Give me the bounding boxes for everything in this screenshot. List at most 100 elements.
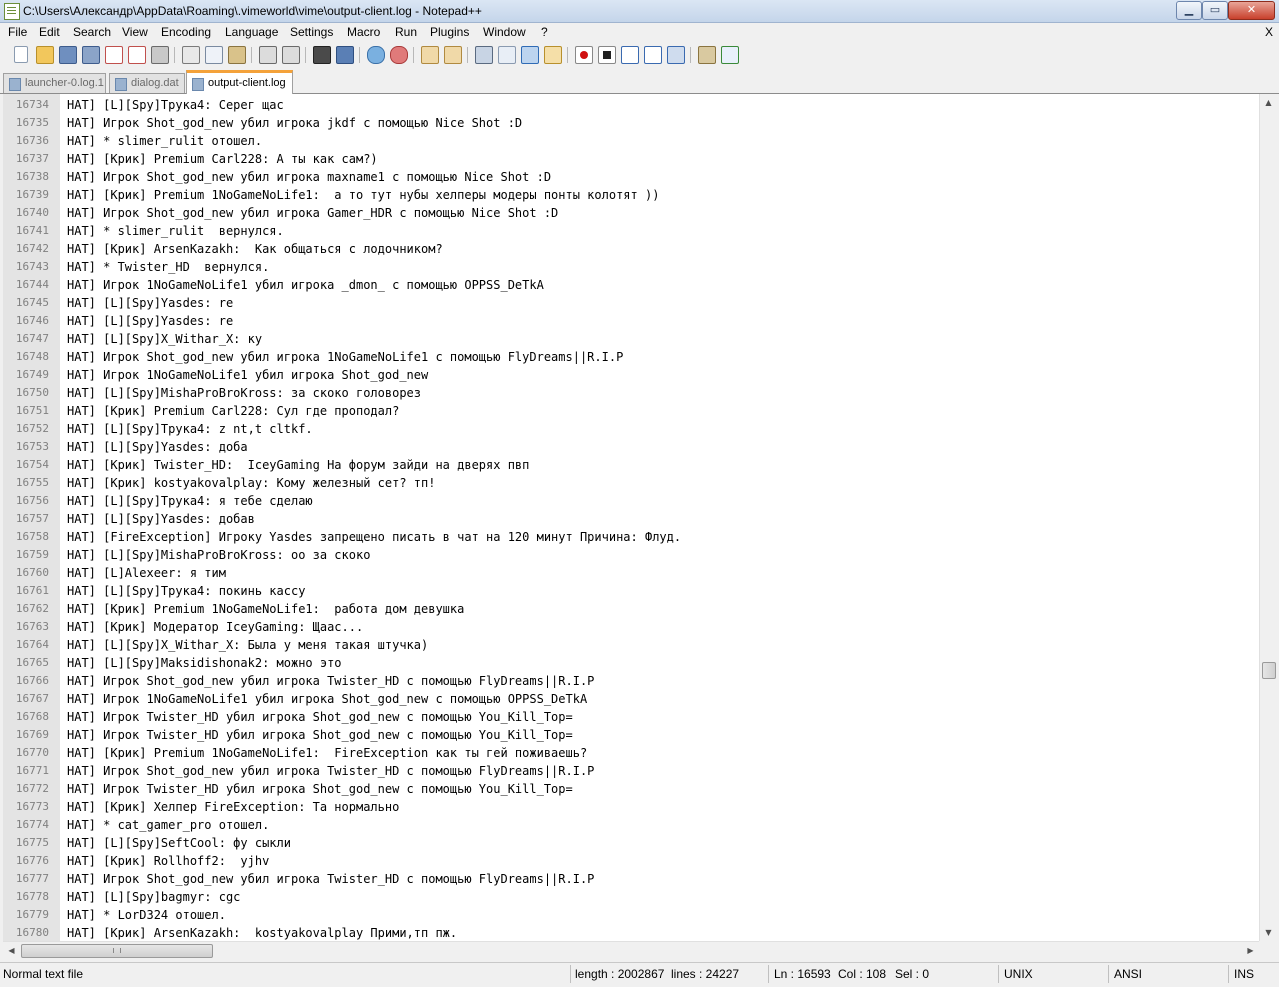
minimize-button[interactable]: ▁	[1176, 1, 1202, 20]
editor-line[interactable]: 16743 HAT] * Twister_HD вернулся.	[3, 258, 1259, 276]
menu-edit[interactable]: Edit	[39, 25, 60, 39]
scroll-down-arrow-icon[interactable]: ▼	[1260, 924, 1277, 941]
open-file-icon[interactable]	[36, 46, 54, 64]
menu-run[interactable]: Run	[395, 25, 417, 39]
save-all-icon[interactable]	[82, 46, 100, 64]
redo-icon[interactable]	[282, 46, 300, 64]
line-text[interactable]: HAT] Игрок Shot_god_new убил игрока Game…	[67, 204, 558, 222]
close-window-button[interactable]: ✕	[1228, 1, 1275, 20]
line-text[interactable]: HAT] [Крик] Premium 1NoGameNoLife1: рабо…	[67, 600, 464, 618]
paste-icon[interactable]	[228, 46, 246, 64]
stop-macro-icon[interactable]	[598, 46, 616, 64]
line-text[interactable]: HAT] * slimer_rulit отошел.	[67, 132, 262, 150]
line-text[interactable]: HAT] * LorD324 отошел.	[67, 906, 226, 924]
editor-line[interactable]: 16778 HAT] [L][Spy]bagmyr: cgc	[3, 888, 1259, 906]
editor-line[interactable]: 16757 HAT] [L][Spy]Yasdes: добав	[3, 510, 1259, 528]
indent-guide-icon[interactable]	[521, 46, 539, 64]
editor-line[interactable]: 16770 HAT] [Крик] Premium 1NoGameNoLife1:…	[3, 744, 1259, 762]
menu-language[interactable]: Language	[225, 25, 278, 39]
editor-line[interactable]: 16737 HAT] [Крик] Premium Carl228: А ты к…	[3, 150, 1259, 168]
line-text[interactable]: HAT] [Крик] Rollhoff2: yjhv	[67, 852, 269, 870]
line-text[interactable]: HAT] * Twister_HD вернулся.	[67, 258, 269, 276]
editor-line[interactable]: 16746 HAT] [L][Spy]Yasdes: re	[3, 312, 1259, 330]
menu-plugins[interactable]: Plugins	[430, 25, 469, 39]
editor-line[interactable]: 16744 HAT] Игрок 1NoGameNoLife1 убил игро…	[3, 276, 1259, 294]
line-text[interactable]: HAT] [Крик] Twister_HD: IceyGaming На фо…	[67, 456, 529, 474]
editor-line[interactable]: 16774 HAT] * cat_gamer_pro отошел.	[3, 816, 1259, 834]
line-text[interactable]: HAT] * cat_gamer_pro отошел.	[67, 816, 269, 834]
line-text[interactable]: HAT] [L][Spy]MishaProBroKross: за скоко …	[67, 384, 421, 402]
maximize-button[interactable]: ▭	[1202, 1, 1228, 20]
editor-line[interactable]: 16752 HAT] [L][Spy]Трука4: z nt,t cltkf.	[3, 420, 1259, 438]
line-text[interactable]: HAT] [Крик] Premium Carl228: Сул где про…	[67, 402, 399, 420]
editor-line[interactable]: 16747 HAT] [L][Spy]X_Withar_X: ку	[3, 330, 1259, 348]
scroll-right-arrow-icon[interactable]: ▶	[1242, 942, 1259, 959]
line-text[interactable]: HAT] [Крик] ArsenKazakh: Как общаться с …	[67, 240, 443, 258]
editor-line[interactable]: 16779 HAT] * LorD324 отошел.	[3, 906, 1259, 924]
spell-check-icon[interactable]	[721, 46, 739, 64]
editor-line[interactable]: 16754 HAT] [Крик] Twister_HD: IceyGaming …	[3, 456, 1259, 474]
line-text[interactable]: HAT] [L][Spy]Трука4: Серег щас	[67, 96, 284, 114]
zoom-out-icon[interactable]	[390, 46, 408, 64]
show-all-chars-icon[interactable]	[498, 46, 516, 64]
line-text[interactable]: HAT] Игрок Shot_god_new убил игрока Twis…	[67, 762, 594, 780]
close-document-button[interactable]: X	[1265, 25, 1273, 39]
line-text[interactable]: HAT] [Крик] Premium 1NoGameNoLife1: а то…	[67, 186, 659, 204]
cut-icon[interactable]	[182, 46, 200, 64]
line-text[interactable]: HAT] [Крик] Модератор IceyGaming: Щаас..…	[67, 618, 363, 636]
editor-line[interactable]: 16734 HAT] [L][Spy]Трука4: Серег щас	[3, 96, 1259, 114]
editor-line[interactable]: 16777 HAT] Игрок Shot_god_new убил игрока…	[3, 870, 1259, 888]
editor-line[interactable]: 16773 HAT] [Крик] Хелпер FireException: Т…	[3, 798, 1259, 816]
editor-line[interactable]: 16745 HAT] [L][Spy]Yasdes: re	[3, 294, 1259, 312]
menu-view[interactable]: View	[122, 25, 148, 39]
replace-icon[interactable]	[336, 46, 354, 64]
editor-line[interactable]: 16739 HAT] [Крик] Premium 1NoGameNoLife1:…	[3, 186, 1259, 204]
editor-line[interactable]: 16769 HAT] Игрок Twister_HD убил игрока S…	[3, 726, 1259, 744]
vertical-scroll-thumb[interactable]	[1262, 662, 1276, 679]
editor-line[interactable]: 16765 HAT] [L][Spy]Maksidishonak2: можно …	[3, 654, 1259, 672]
run-macro-multiple-icon[interactable]	[644, 46, 662, 64]
editor-line[interactable]: 16742 HAT] [Крик] ArsenKazakh: Как общать…	[3, 240, 1259, 258]
menu-file[interactable]: File	[8, 25, 27, 39]
line-text[interactable]: HAT] [Крик] kostyakovalplay: Кому железн…	[67, 474, 435, 492]
line-text[interactable]: HAT] [L][Spy]Maksidishonak2: можно это	[67, 654, 342, 672]
copy-icon[interactable]	[205, 46, 223, 64]
menu-encoding[interactable]: Encoding	[161, 25, 211, 39]
line-text[interactable]: HAT] [L][Spy]Трука4: я тебе сделаю	[67, 492, 313, 510]
menu-window[interactable]: Window	[483, 25, 526, 39]
sync-horizontal-icon[interactable]	[444, 46, 462, 64]
line-text[interactable]: HAT] Игрок 1NoGameNoLife1 убил игрока Sh…	[67, 366, 428, 384]
editor-line[interactable]: 16771 HAT] Игрок Shot_god_new убил игрока…	[3, 762, 1259, 780]
line-text[interactable]: HAT] [Крик] ArsenKazakh: kostyakovalplay…	[67, 924, 457, 941]
line-text[interactable]: HAT] Игрок Twister_HD убил игрока Shot_g…	[67, 708, 573, 726]
editor-line[interactable]: 16749 HAT] Игрок 1NoGameNoLife1 убил игро…	[3, 366, 1259, 384]
editor-line[interactable]: 16763 HAT] [Крик] Модератор IceyGaming: Щ…	[3, 618, 1259, 636]
find-icon[interactable]	[313, 46, 331, 64]
horizontal-scrollbar[interactable]: ◀ ▶	[3, 941, 1259, 959]
play-macro-icon[interactable]	[621, 46, 639, 64]
editor-line[interactable]: 16761 HAT] [L][Spy]Трука4: покинь кассу	[3, 582, 1259, 600]
text-editor[interactable]: 16734 HAT] [L][Spy]Трука4: Серег щас 16735…	[3, 94, 1259, 941]
line-text[interactable]: HAT] Игрок Shot_god_new убил игрока jkdf…	[67, 114, 522, 132]
zoom-in-icon[interactable]	[367, 46, 385, 64]
word-wrap-icon[interactable]	[475, 46, 493, 64]
line-text[interactable]: HAT] Игрок 1NoGameNoLife1 убил игрока Sh…	[67, 690, 587, 708]
line-text[interactable]: HAT] [L][Spy]MishaProBroKross: оо за ско…	[67, 546, 370, 564]
editor-line[interactable]: 16780 HAT] [Крик] ArsenKazakh: kostyakova…	[3, 924, 1259, 941]
tab-output-client-log[interactable]: output-client.log	[186, 70, 293, 96]
editor-line[interactable]: 16775 HAT] [L][Spy]SeftCool: фу сыкли	[3, 834, 1259, 852]
editor-line[interactable]: 16740 HAT] Игрок Shot_god_new убил игрока…	[3, 204, 1259, 222]
new-file-icon[interactable]	[14, 46, 28, 63]
undo-icon[interactable]	[259, 46, 277, 64]
line-text[interactable]: HAT] Игрок Twister_HD убил игрока Shot_g…	[67, 726, 573, 744]
editor-line[interactable]: 16768 HAT] Игрок Twister_HD убил игрока S…	[3, 708, 1259, 726]
line-text[interactable]: HAT] [Крик] Premium Carl228: А ты как са…	[67, 150, 378, 168]
line-text[interactable]: HAT] [L][Spy]SeftCool: фу сыкли	[67, 834, 291, 852]
editor-line[interactable]: 16759 HAT] [L][Spy]MishaProBroKross: оо з…	[3, 546, 1259, 564]
close-all-icon[interactable]	[128, 46, 146, 64]
close-icon[interactable]	[105, 46, 123, 64]
editor-line[interactable]: 16764 HAT] [L][Spy]X_Withar_X: Была у мен…	[3, 636, 1259, 654]
launch-browser-icon[interactable]	[698, 46, 716, 64]
line-text[interactable]: HAT] Игрок Shot_god_new убил игрока maxn…	[67, 168, 551, 186]
editor-line[interactable]: 16760 HAT] [L]Alexeer: я тим	[3, 564, 1259, 582]
